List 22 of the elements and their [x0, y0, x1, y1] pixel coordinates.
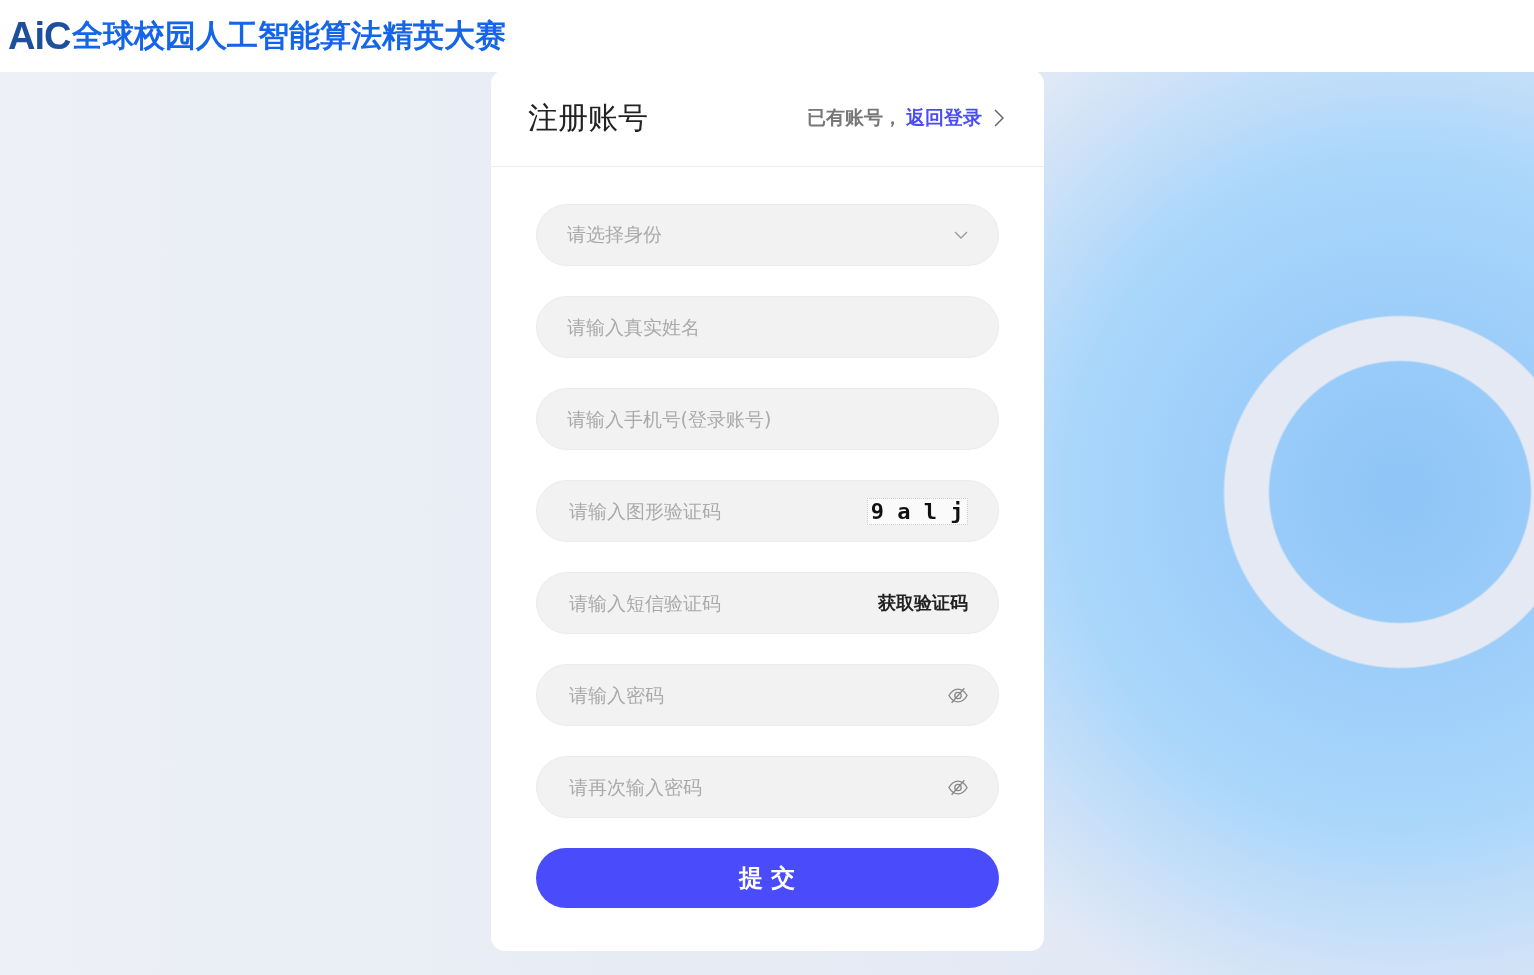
input-field[interactable]: 请输入密码 [535, 664, 999, 726]
captcha-image[interactable]: 9 a l j [866, 497, 968, 525]
submit-button[interactable]: 提 交 [535, 848, 999, 908]
input-field[interactable]: 请输入短信验证码 获取验证码 [535, 572, 999, 634]
input-field[interactable]: 请输入真实姓名 [535, 296, 999, 358]
get-code-button[interactable]: 获取验证码 [877, 591, 968, 615]
chevron-right-icon [993, 109, 1004, 127]
chevron-down-icon [953, 231, 968, 239]
eye-slash-icon[interactable] [947, 686, 968, 704]
eye-slash-icon[interactable] [947, 778, 968, 796]
text-input[interactable]: 请输入图形验证码 [566, 499, 857, 523]
text-input[interactable]: 请再次输入密码 [566, 775, 938, 799]
card-title: 注册账号 [527, 98, 648, 137]
login-prompt: 已有账号， [806, 105, 902, 130]
logo-mark: AiC [8, 14, 71, 58]
input-field[interactable]: 请再次输入密码 [535, 756, 999, 818]
input-field[interactable]: 请输入图形验证码 9 a l j [535, 480, 999, 542]
input-field[interactable]: 请输入手机号(登录账号) [535, 388, 999, 450]
site-title: 全球校园人工智能算法精英大赛 [72, 16, 507, 55]
text-input[interactable]: 请输入密码 [566, 683, 938, 707]
text-input[interactable]: 请输入短信验证码 [566, 591, 868, 615]
back-to-login-link[interactable]: 返回登录 [905, 105, 982, 131]
